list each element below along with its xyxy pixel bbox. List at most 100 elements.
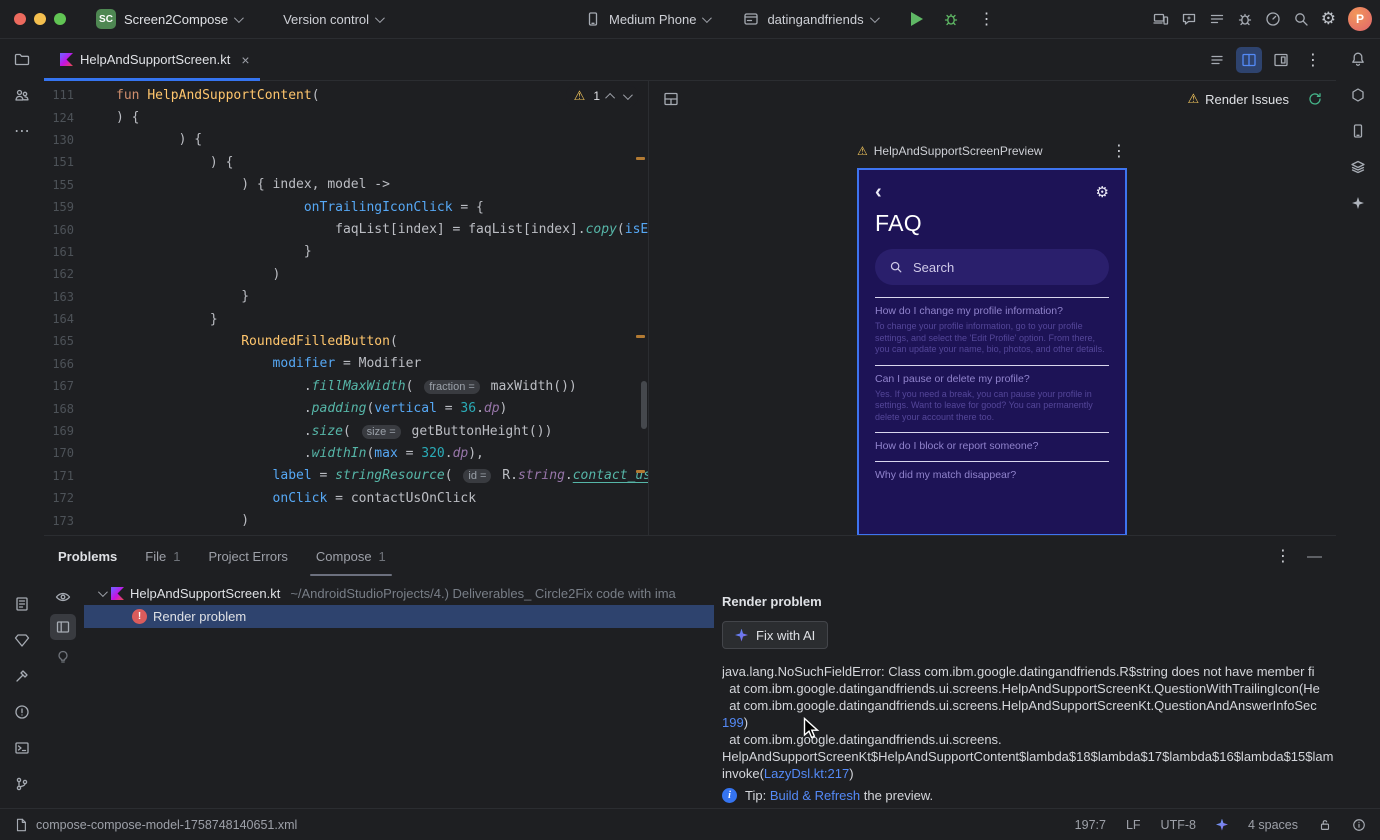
device-manager-icon[interactable] [1153,11,1169,27]
project-selector[interactable]: Screen2Compose [124,12,244,27]
line-number[interactable]: 169 [44,424,74,438]
more-run-options-icon[interactable]: ⋮ [979,11,995,27]
tree-row-file[interactable]: HelpAndSupportScreen.kt ~/AndroidStudioP… [84,582,714,605]
code-editor[interactable]: 111 fun HelpAndSupportContent(124) {130 )… [44,81,648,535]
preview-options-kebab-icon[interactable]: ⋮ [1111,143,1127,159]
editor-tab-helpandsupportscreen[interactable]: HelpAndSupportScreen.kt × [44,39,260,81]
terminal-tool-button[interactable] [6,732,38,764]
tool-window-options-kebab-icon[interactable]: ⋮ [1275,548,1291,564]
line-number[interactable]: 166 [44,357,74,371]
editor-options-kebab-icon[interactable]: ⋮ [1300,47,1326,73]
debug-button[interactable] [943,11,959,27]
indent-style[interactable]: 4 spaces [1248,818,1298,832]
error-stripe-mark[interactable] [636,470,645,473]
line-number[interactable]: 151 [44,155,74,169]
next-problem-icon[interactable] [622,89,633,100]
device-selector[interactable]: Medium Phone [609,12,713,27]
status-file-name[interactable]: compose-compose-model-1758748140651.xml [36,818,297,832]
vcs-widget[interactable]: Version control [283,12,385,27]
line-number[interactable]: 111 [44,88,74,102]
user-avatar[interactable]: P [1348,7,1372,31]
line-number[interactable]: 124 [44,111,74,125]
view-mode-code-icon[interactable] [1204,47,1230,73]
app-inspection-icon[interactable] [1237,11,1253,27]
run-configuration-selector[interactable]: datingandfriends [767,12,880,27]
stack-trace-link[interactable]: 199 [722,715,744,730]
line-number[interactable]: 130 [44,133,74,147]
caret-position[interactable]: 197:7 [1075,818,1106,832]
close-tab-icon[interactable]: × [241,52,249,68]
line-number[interactable]: 170 [44,446,74,460]
settings-gear-icon[interactable]: ⚙ [1321,10,1336,28]
profiler-icon[interactable] [1265,11,1281,27]
status-bar: compose-compose-model-1758748140651.xml … [0,808,1380,840]
app-quality-insights-tool-button[interactable] [6,624,38,656]
refresh-preview-icon[interactable] [1307,91,1323,107]
stack-trace-link[interactable]: LazyDsl.kt:217 [764,766,849,781]
line-number[interactable]: 173 [44,514,74,528]
fix-with-ai-button[interactable]: Fix with AI [722,621,829,649]
code-line: 166 modifier = Modifier [44,353,648,375]
build-refresh-link[interactable]: Build & Refresh [770,788,860,803]
build-tool-button[interactable] [6,660,38,692]
line-number[interactable]: 155 [44,178,74,192]
window-close-button[interactable] [14,13,26,25]
notifications-status-icon[interactable] [1352,818,1366,832]
line-number[interactable]: 163 [44,290,74,304]
ai-assistant-icon[interactable] [1181,11,1197,27]
window-minimize-button[interactable] [34,13,46,25]
line-number[interactable]: 162 [44,267,74,281]
stack-trace-line: invoke(LazyDsl.kt:217) [722,766,854,781]
version-control-tool-button[interactable] [6,768,38,800]
code-line: 151 ) { [44,151,648,173]
tree-row-render-problem[interactable]: ! Render problem [84,605,714,628]
line-number[interactable]: 171 [44,469,74,483]
show-details-view-icon[interactable] [50,614,76,640]
ai-assistant-status-icon[interactable] [1215,818,1228,831]
view-mode-design-icon[interactable] [1268,47,1294,73]
render-issues-button[interactable]: ⚠ Render Issues [1188,92,1289,107]
error-stripe-mark[interactable] [636,335,645,338]
more-tool-windows-button[interactable]: ⋯ [6,115,38,147]
line-number[interactable]: 168 [44,402,74,416]
line-number[interactable]: 161 [44,245,74,259]
preview-layout-icon[interactable] [663,91,679,107]
inspection-widget[interactable]: ⚠ 1 [565,86,638,106]
line-number[interactable]: 167 [44,379,74,393]
quick-fix-bulb-icon[interactable] [50,644,76,670]
project-tool-button[interactable] [6,43,38,75]
window-zoom-button[interactable] [54,13,66,25]
preview-problem-eye-icon[interactable] [50,584,76,610]
editor-scrollbar[interactable] [641,381,647,429]
line-number[interactable]: 165 [44,334,74,348]
structure-tool-button[interactable] [6,79,38,111]
line-number[interactable]: 160 [44,223,74,237]
faq-item: How do I block or report someone? [875,432,1109,452]
tab-file[interactable]: File 1 [145,536,180,576]
gradle-tool-button[interactable] [1342,79,1374,111]
error-stripe-mark[interactable] [636,157,645,160]
view-mode-split-icon[interactable] [1236,46,1262,73]
chevron-down-icon[interactable] [97,587,108,598]
logcat-icon[interactable] [1209,11,1225,27]
hide-tool-window-icon[interactable]: — [1307,548,1322,565]
line-separator[interactable]: LF [1126,818,1141,832]
gemini-tool-button[interactable] [1342,187,1374,219]
logcat-tool-button[interactable] [6,588,38,620]
notifications-bell-icon[interactable] [1342,43,1374,75]
line-number[interactable]: 164 [44,312,74,326]
tab-compose[interactable]: Compose 1 [309,536,392,576]
readonly-lock-icon[interactable] [1318,818,1332,832]
resource-manager-tool-button[interactable] [1342,151,1374,183]
tab-project-errors[interactable]: Project Errors [208,536,287,576]
line-number[interactable]: 159 [44,200,74,214]
search-everywhere-icon[interactable] [1293,11,1309,27]
run-button[interactable] [910,12,923,26]
previous-problem-icon[interactable] [605,92,616,103]
inlay-hint: size = [361,424,401,439]
file-encoding[interactable]: UTF-8 [1161,818,1196,832]
running-devices-tool-button[interactable] [1342,115,1374,147]
problems-tool-button[interactable] [6,696,38,728]
line-number[interactable]: 172 [44,491,74,505]
preview-phone-frame[interactable]: ‹ ⚙ FAQ Search How do I change my profil… [857,168,1127,535]
